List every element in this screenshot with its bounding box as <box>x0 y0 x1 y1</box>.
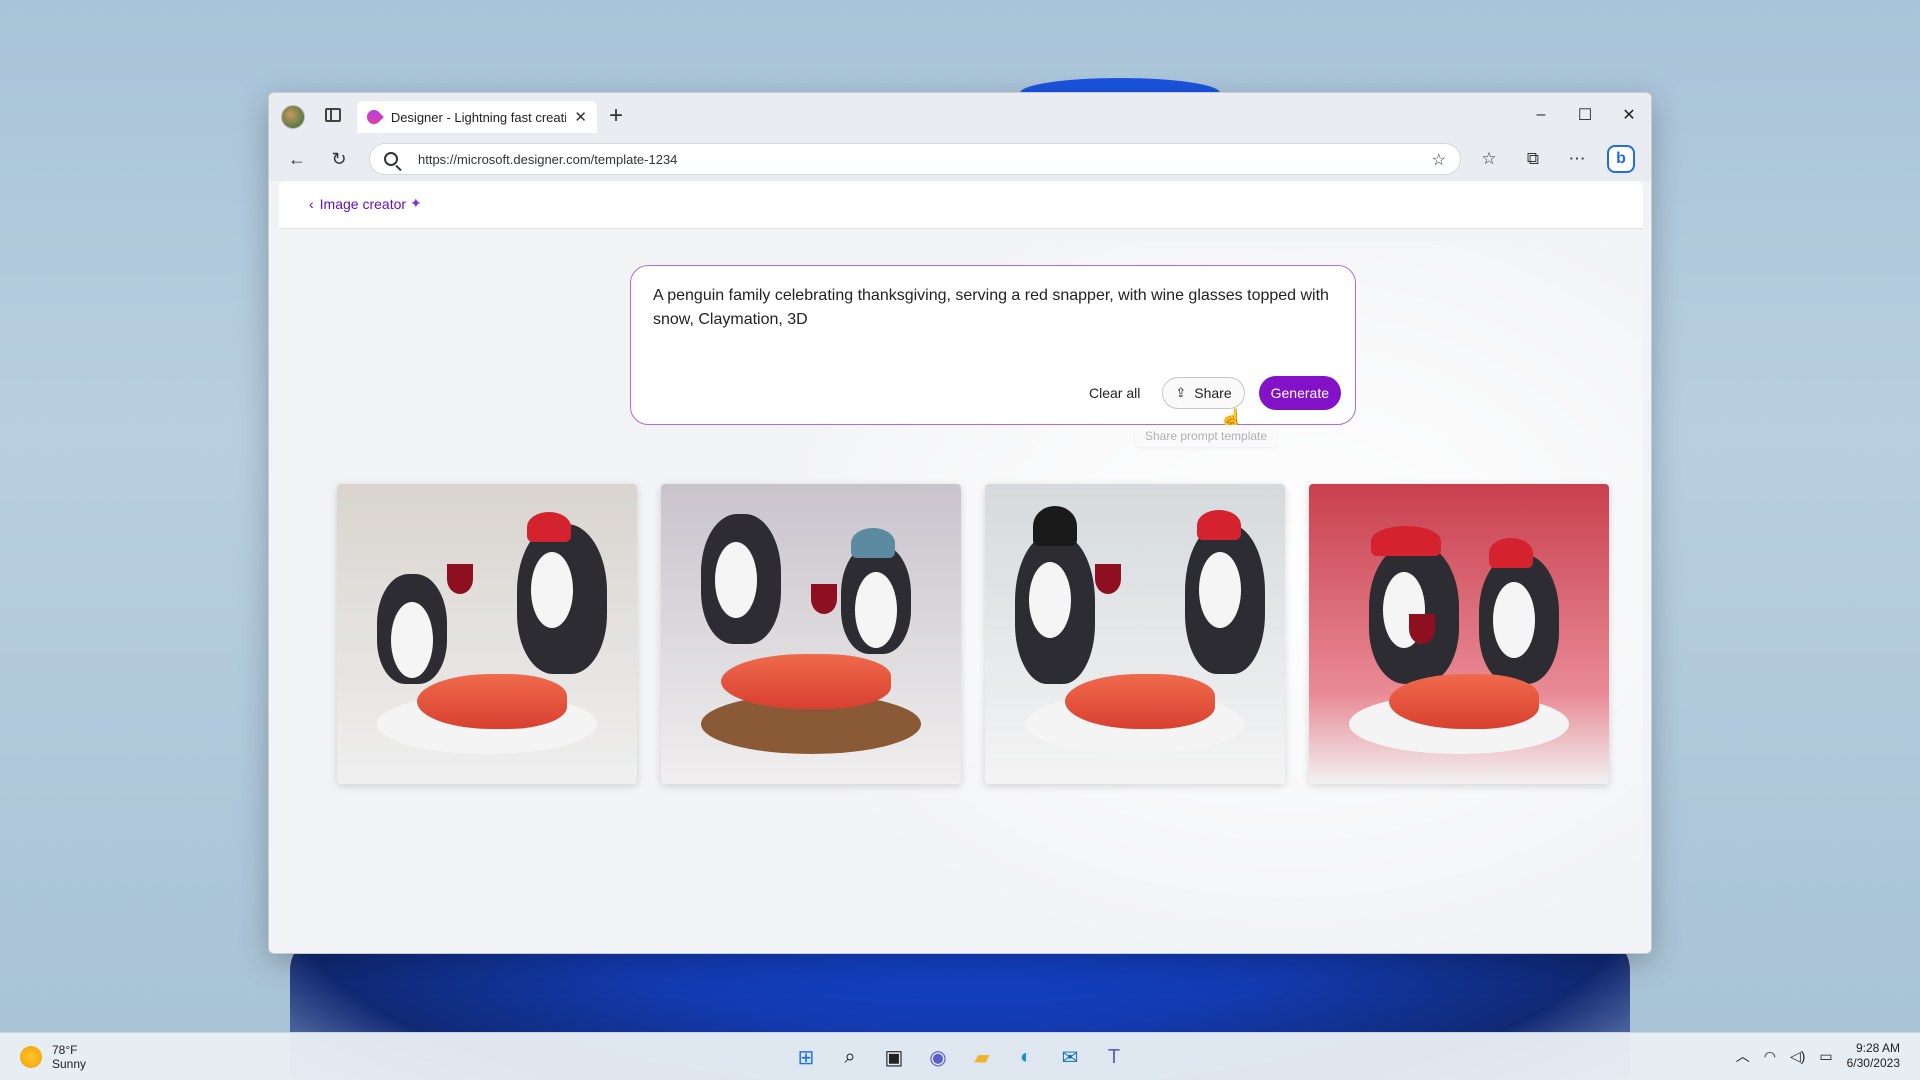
battery-icon[interactable]: ▭ <box>1819 1048 1832 1065</box>
generated-image[interactable] <box>1309 484 1609 784</box>
penguin-figure <box>1185 524 1265 674</box>
start-icon[interactable]: ⊞ <box>790 1041 822 1073</box>
close-button[interactable]: ✕ <box>1607 93 1651 137</box>
favorites-icon[interactable]: ☆ <box>1477 147 1501 171</box>
volume-icon[interactable]: ◁) <box>1790 1048 1805 1065</box>
penguin-figure <box>1479 554 1559 684</box>
designer-favicon-icon <box>364 107 384 127</box>
browser-window: Designer - Lightning fast creation ✕ + –… <box>268 92 1652 954</box>
penguin-figure <box>841 544 911 654</box>
back-arrow-icon[interactable]: ← <box>285 147 309 171</box>
profile-avatar[interactable] <box>281 105 305 129</box>
task-view-icon[interactable]: ▣ <box>878 1041 910 1073</box>
generated-image[interactable] <box>985 484 1285 784</box>
designer-page: ‹ Image creator ✦ A penguin family celeb… <box>279 181 1643 947</box>
address-bar-row: ← ↻ https://microsoft.designer.com/templ… <box>269 137 1651 181</box>
wine-glass <box>1095 564 1121 594</box>
weather-widget[interactable]: 78°F Sunny <box>20 1043 86 1071</box>
penguin-figure <box>377 574 447 684</box>
tab-close-icon[interactable]: ✕ <box>574 108 587 126</box>
generated-image[interactable] <box>661 484 961 784</box>
beanie-hat <box>851 528 895 558</box>
edge-icon[interactable]: ◐ <box>1010 1041 1042 1073</box>
minimize-button[interactable]: – <box>1519 93 1563 137</box>
santa-hat <box>1197 510 1241 540</box>
image-gallery <box>337 484 1609 784</box>
add-favorite-icon[interactable]: ☆ <box>1432 150 1446 170</box>
taskbar-apps: ⊞ ⌕ ▣ ◉ ▰ ◐ ✉ T <box>790 1041 1130 1073</box>
chevron-up-icon[interactable]: ︿ <box>1736 1046 1750 1066</box>
wine-glass <box>1409 614 1435 644</box>
weather-condition: Sunny <box>52 1057 87 1071</box>
red-snapper <box>417 674 567 729</box>
generate-button[interactable]: Generate <box>1258 376 1341 410</box>
tab-title: Designer - Lightning fast creation <box>390 109 567 125</box>
clock[interactable]: 9:28 AM 6/30/2023 <box>1847 1041 1900 1071</box>
maximize-button[interactable]: ☐ <box>1563 93 1607 137</box>
top-hat <box>1033 506 1077 546</box>
back-link-label: Image creator <box>319 195 407 212</box>
title-bar: Designer - Lightning fast creation ✕ + –… <box>269 93 1651 137</box>
share-tooltip: Share prompt template <box>1135 425 1278 447</box>
system-tray: ︿ ◠ ◁) ▭ 9:28 AM 6/30/2023 <box>1736 1041 1900 1071</box>
santa-hat <box>527 512 571 542</box>
file-explorer-icon[interactable]: ▰ <box>966 1041 998 1073</box>
refresh-icon[interactable]: ↻ <box>327 147 351 171</box>
search-icon[interactable]: ⌕ <box>834 1041 866 1073</box>
prompt-box[interactable]: A penguin family celebrating thanksgivin… <box>630 265 1356 425</box>
outlook-icon[interactable]: ✉ <box>1054 1041 1086 1073</box>
url-text[interactable]: https://microsoft.designer.com/template-… <box>418 152 677 167</box>
more-options-icon[interactable]: ⋯ <box>1565 147 1589 171</box>
temperature: 78°F <box>52 1043 78 1057</box>
wine-glass <box>447 564 473 594</box>
window-controls: – ☐ ✕ <box>1519 93 1651 137</box>
share-button[interactable]: ⇪ Share <box>1162 377 1245 409</box>
chevron-left-icon: ‹ <box>309 195 314 212</box>
chat-icon[interactable]: ◉ <box>922 1041 954 1073</box>
red-snapper <box>1065 674 1215 729</box>
generated-image[interactable] <box>337 484 637 784</box>
collections-icon[interactable]: ⧉ <box>1521 147 1545 171</box>
penguin-figure <box>701 514 781 644</box>
share-label: Share <box>1194 385 1232 401</box>
page-header: ‹ Image creator ✦ <box>279 181 1643 229</box>
santa-hat <box>1489 538 1533 568</box>
prompt-actions: Clear all ⇪ Share Generate <box>1081 376 1341 410</box>
red-snapper <box>721 654 891 709</box>
penguin-figure <box>517 524 607 674</box>
address-bar[interactable]: https://microsoft.designer.com/template-… <box>369 143 1461 175</box>
clear-all-button[interactable]: Clear all <box>1081 379 1148 407</box>
clock-date: 6/30/2023 <box>1846 1056 1900 1070</box>
bing-chat-icon[interactable]: b <box>1607 145 1635 173</box>
prompt-text[interactable]: A penguin family celebrating thanksgivin… <box>653 284 1333 332</box>
sparkle-icon: ✦ <box>410 195 422 211</box>
clock-time: 9:28 AM <box>1855 1041 1900 1055</box>
penguin-figure <box>1015 534 1095 684</box>
browser-tab[interactable]: Designer - Lightning fast creation ✕ <box>357 101 597 133</box>
new-tab-button[interactable]: + <box>609 102 623 130</box>
teams-icon[interactable]: T <box>1098 1041 1130 1073</box>
santa-hat <box>1371 526 1441 556</box>
search-icon <box>384 152 398 166</box>
red-snapper <box>1389 674 1539 729</box>
image-creator-back-link[interactable]: ‹ Image creator ✦ <box>309 195 422 212</box>
tab-actions-icon[interactable] <box>325 108 341 122</box>
sun-icon <box>20 1046 42 1068</box>
share-icon: ⇪ <box>1175 385 1187 400</box>
weather-text: 78°F Sunny <box>52 1043 86 1071</box>
taskbar: 78°F Sunny ⊞ ⌕ ▣ ◉ ▰ ◐ ✉ T ︿ ◠ ◁) ▭ 9:28… <box>0 1032 1920 1080</box>
wifi-icon[interactable]: ◠ <box>1764 1048 1776 1065</box>
wine-glass <box>811 584 837 614</box>
